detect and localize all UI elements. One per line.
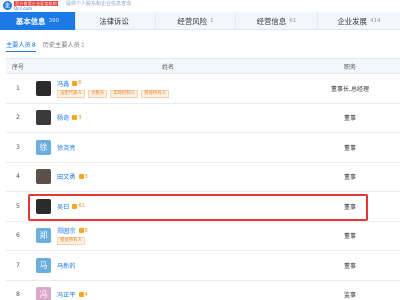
subtab-history-personnel[interactable]: 历史主要人员1 — [43, 40, 85, 52]
avatar[interactable]: 郑 — [36, 228, 51, 244]
person-name-link[interactable]: 冯鑫 — [57, 79, 69, 88]
subtab-label: 历史主要人员 — [42, 42, 80, 49]
header-name: 姓名 — [161, 63, 174, 71]
related-company-icon — [72, 80, 78, 86]
tab-label: 经营风险 — [177, 16, 207, 26]
subtabs: 主要人员8 历史主要人员1 — [6, 40, 92, 52]
tab-label: 法律诉讼 — [99, 16, 129, 26]
person-name-link[interactable]: 田文勇 — [57, 172, 76, 181]
row-position: 监事 — [343, 292, 356, 300]
person-name-link[interactable]: 马新的 — [57, 261, 76, 270]
row-position: 董事 — [343, 174, 356, 182]
related-company-icon — [72, 115, 78, 121]
related-count[interactable]: 3 — [78, 115, 81, 121]
avatar[interactable]: 冯 — [36, 287, 51, 300]
tab-count: 61 — [289, 18, 297, 24]
tab-label: 企业发展 — [337, 16, 367, 26]
row-index: 2 — [16, 114, 20, 122]
row-position: 董事 — [343, 262, 356, 270]
header-text: 提供个人股东和企业信息查询 — [66, 0, 132, 7]
row-index: 7 — [16, 261, 20, 269]
role-tag: 实际控制人 — [110, 89, 139, 98]
tab-count: 1 — [210, 18, 214, 24]
main-tabs: 基本信息 390 法律诉讼 经营风险 1 经营信息 61 企业发展 414 — [0, 12, 400, 30]
row-position: 董事 — [343, 115, 356, 123]
logo-text: 官方备案企业征信机构 Qcc.com — [14, 0, 58, 11]
table-row: 7 马 马新的 董事 — [6, 251, 400, 281]
avatar[interactable] — [36, 110, 51, 126]
logo-mark-icon: 企 — [3, 1, 12, 10]
tab-business-risk[interactable]: 经营风险 1 — [156, 12, 236, 30]
tab-development[interactable]: 企业发展 414 — [318, 12, 400, 30]
related-count[interactable]: 4 — [85, 292, 88, 298]
tab-count: 414 — [369, 18, 381, 24]
table-row: 4 田文勇 3 董事 — [6, 163, 400, 192]
related-count[interactable]: 6 — [78, 80, 81, 86]
subtab-count: 8 — [31, 42, 36, 49]
subtab-count: 1 — [80, 42, 85, 49]
related-count[interactable]: 5 — [85, 228, 88, 234]
personnel-table: 序号 姓名 职务 1 冯鑫 6 法定代表人 大股东 实际控制人 受益所有人 董事… — [6, 58, 400, 300]
tab-basic-info[interactable]: 基本信息 390 — [0, 12, 76, 30]
table-header: 序号 姓名 职务 — [6, 58, 400, 74]
related-company-icon — [78, 228, 84, 234]
row-index: 8 — [16, 291, 20, 299]
row-index: 1 — [16, 84, 20, 92]
header-position: 职务 — [343, 63, 356, 71]
related-count[interactable]: 3 — [85, 174, 88, 180]
tab-business-info[interactable]: 经营信息 61 — [236, 12, 318, 30]
tab-count: 390 — [48, 18, 60, 24]
qcc-logo[interactable]: 企 官方备案企业征信机构 Qcc.com — [3, 0, 61, 11]
avatar[interactable] — [36, 80, 51, 96]
table-row: 6 郑 郑园宗 5 受益所有人 董事 — [6, 222, 400, 251]
row-position: 董事 — [343, 144, 356, 152]
table-row: 2 杨奇 3 董事 — [6, 104, 400, 133]
avatar[interactable]: 马 — [36, 257, 51, 273]
top-bar: 企 官方备案企业征信机构 Qcc.com 提供个人股东和企业信息查询 — [0, 0, 400, 11]
avatar[interactable] — [36, 169, 51, 185]
person-name-link[interactable]: 徐尧亮 — [57, 143, 76, 152]
table-row: 1 冯鑫 6 法定代表人 大股东 实际控制人 受益所有人 董事长,总经理 — [6, 74, 400, 104]
tab-label: 基本信息 — [15, 16, 46, 26]
row-position: 董事 — [343, 233, 356, 241]
row-index: 3 — [16, 143, 20, 151]
logo-domain: Qcc.com — [14, 5, 33, 11]
subtab-label: 主要人员 — [6, 42, 31, 49]
role-tag: 法定代表人 — [57, 89, 85, 98]
row-index: 6 — [16, 232, 20, 240]
role-tag: 受益所有人 — [141, 89, 170, 98]
avatar[interactable]: 徐 — [36, 139, 51, 155]
header-index: 序号 — [12, 63, 25, 71]
tab-label: 经营信息 — [256, 16, 287, 26]
person-name-link[interactable]: 冯正平 — [57, 290, 76, 299]
table-row: 3 徐 徐尧亮 董事 — [6, 133, 400, 163]
row-index: 4 — [16, 173, 20, 181]
person-name-link[interactable]: 杨奇 — [57, 113, 69, 122]
related-company-icon — [78, 292, 84, 298]
person-name-link[interactable]: 郑园宗 — [57, 226, 76, 235]
role-tag: 受益所有人 — [57, 237, 85, 246]
tab-litigation[interactable]: 法律诉讼 — [76, 12, 156, 30]
related-company-icon — [78, 174, 84, 180]
table-row: 8 冯 冯正平 4 监事 — [6, 281, 400, 300]
subtab-key-personnel[interactable]: 主要人员8 — [6, 40, 36, 52]
role-tag: 大股东 — [87, 89, 108, 98]
highlight-annotation-box — [28, 194, 368, 221]
row-position: 董事长,总经理 — [331, 85, 369, 93]
